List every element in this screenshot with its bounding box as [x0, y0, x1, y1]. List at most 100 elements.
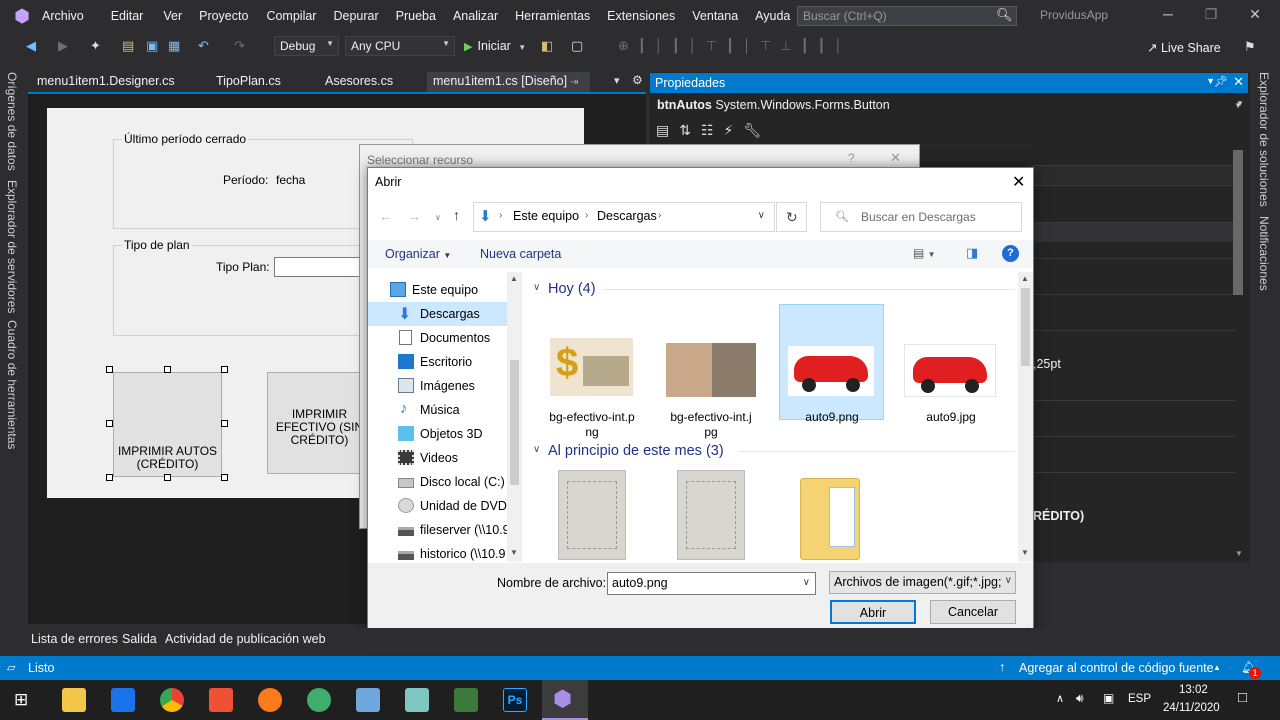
save-all-icon[interactable]: ▦ — [168, 38, 180, 54]
firefox-icon[interactable] — [258, 688, 282, 712]
resize-handle[interactable] — [106, 420, 113, 427]
scroll-down-icon[interactable]: ▼ — [1235, 549, 1243, 558]
folder-icon[interactable] — [800, 478, 860, 560]
properties-scrollbar[interactable] — [1233, 150, 1243, 295]
atom-icon[interactable] — [307, 688, 331, 712]
tab-tipoplan[interactable]: TipoPlan.cs — [216, 74, 281, 88]
nav-item-fileserver[interactable]: fileserver (\\10.9 — [368, 518, 508, 542]
collapse-group-icon[interactable]: ∨ — [533, 444, 540, 455]
preview-pane-icon[interactable]: ◨ — [966, 245, 978, 261]
nav-item-objetos-3d[interactable]: Objetos 3D — [368, 422, 508, 446]
view-options-icon[interactable]: ▤ ▼ — [913, 246, 936, 260]
pin-icon[interactable]: 📌︎ — [1214, 75, 1228, 88]
open-folder-icon[interactable]: ▤ — [122, 38, 134, 54]
tab-menu1item1-designer[interactable]: menu1item1.Designer.cs — [37, 74, 175, 88]
menu-editar[interactable]: Editar — [95, 0, 155, 32]
scroll-down-icon[interactable]: ▼ — [510, 548, 518, 557]
collapse-group-icon[interactable]: ∨ — [533, 282, 540, 293]
tab-solution-explorer[interactable]: Explorador de soluciones — [1257, 72, 1271, 207]
forward-icon[interactable]: ▶ — [58, 38, 68, 54]
menu-depurar[interactable]: Depurar — [327, 0, 389, 32]
minimize-icon[interactable]: ─ — [1158, 6, 1178, 22]
chevron-down-icon[interactable]: ∨ — [803, 577, 810, 588]
close-icon[interactable]: ✕ — [1245, 6, 1265, 23]
undo-icon[interactable]: ↶ — [198, 38, 209, 54]
nav-item-descargas[interactable]: ⬇ Descargas — [368, 302, 508, 326]
layout-align-icons[interactable]: ⊕┃│┃│⊤┃│⊤⊥┃┃│ — [618, 38, 852, 54]
scanned-document-thumbnail-icon[interactable] — [677, 470, 745, 560]
property-row[interactable] — [1030, 165, 1236, 185]
file-item[interactable]: auto9.jpg — [899, 314, 1003, 434]
organize-button[interactable]: Organizar ▼ — [385, 247, 451, 261]
resize-handle[interactable] — [106, 474, 113, 481]
action-center-icon[interactable]: □ — [1238, 689, 1247, 706]
back-icon[interactable]: ◀ — [26, 38, 36, 54]
menu-compilar[interactable]: Compilar — [259, 0, 327, 32]
open-button[interactable]: Abrir — [830, 600, 916, 624]
property-row[interactable] — [1030, 472, 1236, 492]
tab-output[interactable]: Salida — [122, 632, 157, 646]
clock-date[interactable]: 24/11/2020 — [1163, 702, 1220, 714]
tab-list-dropdown-icon[interactable]: ▾ — [614, 74, 620, 87]
platform-select[interactable]: Any CPU ▼ — [345, 36, 455, 56]
notes-icon[interactable] — [405, 688, 429, 712]
menu-extensiones[interactable]: Extensiones — [601, 0, 686, 32]
resize-handle[interactable] — [106, 366, 113, 373]
file-explorer-icon[interactable] — [62, 688, 86, 712]
scroll-up-icon[interactable]: ▲ — [510, 274, 518, 283]
menu-analizar[interactable]: Analizar — [447, 0, 509, 32]
cancel-button[interactable]: Cancelar — [930, 600, 1016, 624]
scroll-down-icon[interactable]: ▼ — [1021, 548, 1029, 557]
taskbar-active-app[interactable]: ⬢ — [542, 680, 588, 720]
up-arrow-icon[interactable]: ↑ — [453, 207, 460, 223]
scroll-up-icon[interactable]: ▲ — [1021, 274, 1029, 283]
global-search-input[interactable]: Buscar (Ctrl+Q) — [797, 6, 1017, 26]
btn-autos[interactable]: IMPRIMIR AUTOS (CRÉDITO) — [113, 372, 222, 477]
settings-gear-icon[interactable]: ⚙ — [632, 73, 643, 87]
language-indicator[interactable]: ESP — [1128, 693, 1151, 705]
close-icon[interactable]: ✕ — [1233, 74, 1244, 90]
search-files-input[interactable]: 🔍︎ Buscar en Descargas — [820, 202, 1022, 232]
filetype-select[interactable]: Archivos de imagen(*.gif;*.jpg;* ∨ — [829, 571, 1016, 594]
property-category-row[interactable] — [1030, 222, 1236, 242]
help-icon[interactable]: ? — [848, 151, 855, 165]
menu-ayuda[interactable]: Ayuda — [749, 0, 801, 32]
resize-handle[interactable] — [221, 420, 228, 427]
tab-error-list[interactable]: Lista de errores — [31, 632, 118, 646]
tab-menu1item1-design[interactable]: menu1item1.cs [Diseño] — [433, 74, 567, 88]
nav-item-videos[interactable]: Videos — [368, 446, 508, 470]
menu-ver[interactable]: Ver — [154, 0, 193, 32]
btn-efectivo[interactable]: IMPRIMIR EFECTIVO (SIN CRÉDITO) — [267, 372, 372, 474]
clock-time[interactable]: 13:02 — [1179, 684, 1208, 696]
start-button[interactable]: ▶ Iniciar ▼ — [464, 39, 526, 53]
new-project-icon[interactable]: ✦ — [90, 38, 101, 54]
tab-server-explorer[interactable]: Explorador de servidores — [5, 180, 19, 313]
feedback-icon[interactable]: ⚑ — [1244, 39, 1256, 55]
nav-item-musica[interactable]: ♪ Música — [368, 398, 508, 422]
close-icon[interactable]: ✕ — [890, 150, 901, 166]
tab-toolbox[interactable]: Cuadro de herramientas — [5, 320, 19, 449]
menu-proyecto[interactable]: Proyecto — [193, 0, 259, 32]
file-item-selected[interactable]: auto9.png — [780, 314, 884, 434]
help-icon[interactable]: ? — [1002, 245, 1019, 262]
scanned-document-thumbnail-icon[interactable] — [558, 470, 626, 560]
resize-handle[interactable] — [221, 366, 228, 373]
property-value-font[interactable]: ,25pt — [1033, 357, 1061, 371]
git-icon[interactable] — [209, 688, 233, 712]
chevron-down-icon[interactable]: ∨ — [758, 210, 765, 221]
file-item[interactable]: $ bg-efectivo-int.p ng — [540, 314, 644, 439]
tab-notifications[interactable]: Notificaciones — [1257, 216, 1271, 291]
scroll-thumb[interactable] — [1021, 288, 1030, 366]
menu-ventana[interactable]: Ventana — [686, 0, 749, 32]
network-icon[interactable]: ▣ — [1103, 691, 1114, 705]
resize-handle[interactable] — [164, 474, 171, 481]
group-header-today[interactable]: Hoy (4) — [548, 281, 596, 297]
pin-icon[interactable]: ⇥ — [570, 77, 578, 88]
tray-chevron-up-icon[interactable]: ∧ — [1056, 692, 1064, 705]
nav-item-unidad-dvd[interactable]: Unidad de DVD R — [368, 494, 508, 518]
refresh-button[interactable]: ↻ — [776, 202, 807, 232]
address-bar[interactable]: ⬇ › Este equipo › Descargas › ∨ — [473, 202, 775, 232]
property-row[interactable] — [1030, 436, 1236, 456]
nav-scrollbar[interactable]: ▲ ▼ — [507, 272, 522, 562]
save-icon[interactable]: ▣ — [146, 38, 158, 54]
